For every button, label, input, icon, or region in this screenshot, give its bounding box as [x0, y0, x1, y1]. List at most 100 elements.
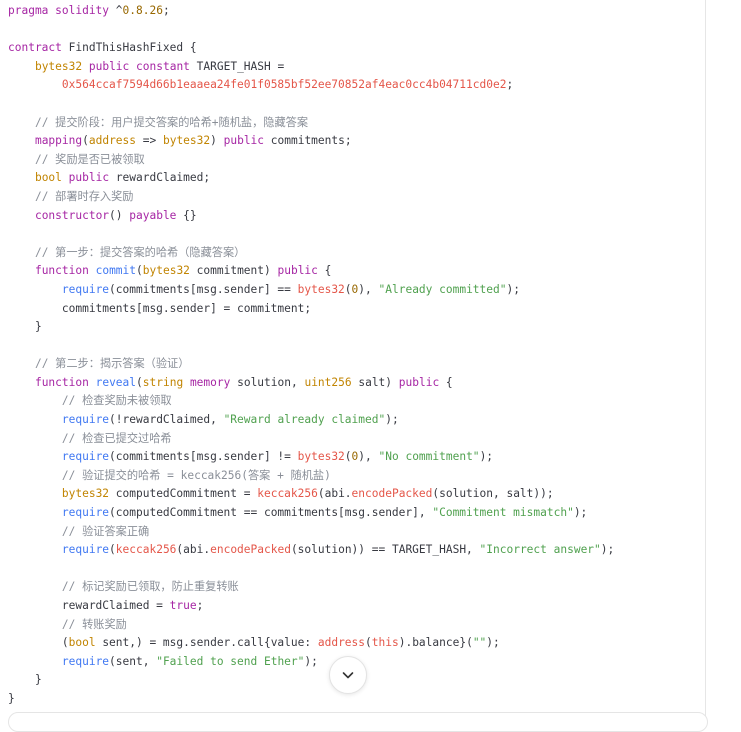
code-token: ( [8, 636, 69, 650]
code-token: // 提交阶段：用户提交答案的哈希+随机盐，隐藏答案 [34, 115, 309, 129]
code-line: // 第一步：提交答案的哈希（隐藏答案） [8, 244, 614, 263]
code-token: bytes32 [142, 264, 190, 278]
code-token: // 奖励是否已被领取 [34, 152, 145, 166]
code-token: ); [385, 413, 399, 427]
code-token: sent,) = msg.sender.call{value: [95, 636, 318, 650]
code-token: // 转账奖励 [61, 617, 127, 631]
code-token: (!rewardClaimed, [109, 413, 224, 427]
code-token: // 标记奖励已领取，防止重复转账 [61, 580, 239, 594]
code-line: require(commitments[msg.sender] == bytes… [8, 281, 614, 300]
code-token: } [8, 691, 15, 705]
code-token: // 检查已提交过哈希 [61, 431, 172, 445]
code-token: ; [162, 4, 170, 17]
code-token: ); [479, 450, 494, 464]
scrollbar-track[interactable] [705, 0, 706, 717]
code-token: (computedCommitment == commitments[msg.s… [109, 506, 433, 520]
code-token: ), [358, 450, 379, 464]
code-token: public [277, 264, 318, 278]
code-token: pragma solidity [8, 4, 110, 17]
code-line: bytes32 computedCommitment = keccak256(a… [8, 485, 614, 504]
code-line: } [8, 690, 614, 709]
code-token: function [34, 375, 89, 389]
code-token: // 部署时存入奖励 [34, 189, 134, 203]
code-line: // 提交阶段：用户提交答案的哈希+随机盐，隐藏答案 [8, 114, 614, 133]
code-token: public [88, 59, 130, 73]
code-token: { [317, 264, 332, 278]
code-token: (sent, [109, 654, 157, 668]
code-token: "Incorrect answer" [479, 543, 601, 557]
code-token: ^ [109, 4, 123, 17]
code-line: constructor() payable {} [8, 207, 614, 226]
chevron-down-icon [340, 667, 356, 683]
code-token: ); [506, 282, 520, 296]
code-token: ( [344, 282, 352, 296]
code-token: { [439, 375, 453, 389]
code-token: bytes32 [297, 282, 345, 296]
code-token: bytes32 [162, 134, 211, 148]
code-token: (commitments[msg.sender] == [109, 282, 298, 296]
code-token: require [61, 413, 110, 427]
code-token: "Failed to send Ether" [156, 654, 305, 668]
message-composer[interactable] [8, 712, 708, 732]
code-token: mapping [34, 134, 83, 148]
code-line: require(commitments[msg.sender] != bytes… [8, 448, 614, 467]
code-token: (commitments[msg.sender] != [109, 450, 298, 464]
code-token: public [68, 171, 110, 185]
code-line: require(sent, "Failed to send Ether"); [8, 653, 614, 672]
solidity-code: pragma solidity ^0.8.26; contract FindTh… [8, 2, 614, 709]
code-token: rewardClaimed = [8, 599, 170, 612]
code-line: // 第二步：揭示答案（验证） [8, 355, 614, 374]
code-line: pragma solidity ^0.8.26; [8, 2, 614, 21]
code-line: mapping(address => bytes32) public commi… [8, 132, 614, 151]
code-token: encodePacked [351, 487, 433, 501]
code-token: payable [129, 208, 177, 222]
code-token: function [34, 264, 89, 278]
code-line: (bool sent,) = msg.sender.call{value: ad… [8, 634, 614, 653]
code-line: // 奖励是否已被领取 [8, 151, 614, 170]
code-line: require(!rewardClaimed, "Reward already … [8, 411, 614, 430]
code-token: rewardClaimed; [109, 171, 211, 185]
code-token: "Already committed" [378, 282, 507, 296]
code-token: bytes32 [34, 59, 83, 73]
code-token: (solution, salt)); [432, 487, 554, 501]
code-block: pragma solidity ^0.8.26; contract FindTh… [0, 0, 705, 717]
code-line: // 转账奖励 [8, 616, 614, 635]
code-token: constant [136, 59, 190, 73]
code-token: ); [600, 543, 615, 557]
code-token: address [88, 134, 137, 148]
code-token: public [398, 375, 440, 389]
code-line: require(computedCommitment == commitment… [8, 504, 614, 523]
code-token: string [142, 375, 184, 389]
code-token: ( [365, 636, 372, 650]
code-token: commit [95, 264, 137, 278]
code-token: require [61, 654, 110, 668]
code-line: // 验证提交的哈希 = keccak256(答案 + 随机盐) [8, 467, 614, 486]
code-line: bytes32 public constant TARGET_HASH = [8, 58, 614, 77]
code-token: ( [136, 264, 143, 278]
code-token: () [109, 208, 130, 222]
code-token: ( [82, 134, 89, 148]
code-token: => [136, 134, 163, 148]
scroll-to-bottom-button[interactable] [329, 656, 367, 694]
code-token: commitments[msg.sender] = commitment; [8, 301, 312, 315]
